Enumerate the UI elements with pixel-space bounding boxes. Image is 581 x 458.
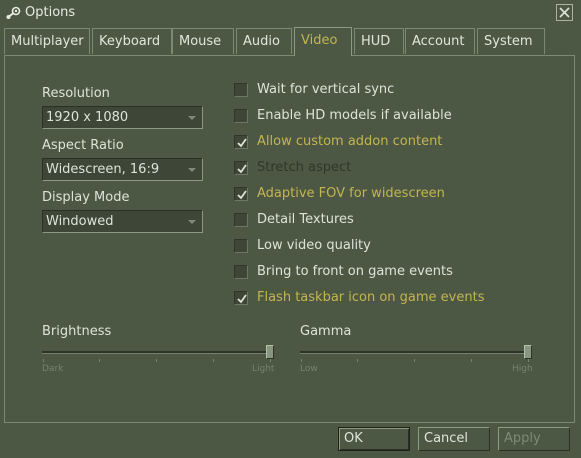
gamma-slider-thumb[interactable] — [524, 345, 532, 359]
vsync-checkbox[interactable] — [234, 83, 248, 97]
detail-textures-checkbox[interactable] — [234, 213, 248, 227]
checkmark-icon — [237, 164, 247, 174]
slider-tick — [213, 359, 214, 362]
chevron-down-icon — [188, 168, 196, 172]
video-settings: Resolution 1920 x 1080 Aspect Ratio Wide… — [0, 0, 581, 458]
display-mode-value: Windowed — [46, 214, 114, 229]
aspect-ratio-value: Widescreen, 16:9 — [46, 162, 160, 177]
slider-tick — [43, 359, 44, 362]
gamma-slider-track[interactable] — [300, 351, 532, 354]
low-quality-label: Low video quality — [257, 238, 371, 253]
gamma-min-label: Low — [300, 364, 318, 374]
slider-tick — [471, 359, 472, 362]
brightness-min-label: Dark — [42, 364, 64, 374]
flash-taskbar-checkbox[interactable] — [234, 291, 248, 305]
bring-to-front-label: Bring to front on game events — [257, 264, 453, 279]
hd-models-checkbox[interactable] — [234, 109, 248, 123]
adaptive-fov-checkbox[interactable] — [234, 187, 248, 201]
resolution-value: 1920 x 1080 — [46, 110, 129, 125]
options-window: Options Multiplayer Keyboard Mouse Audio… — [0, 0, 581, 458]
brightness-label: Brightness — [42, 324, 112, 339]
brightness-max-label: Light — [252, 364, 275, 374]
display-mode-dropdown[interactable]: Windowed — [42, 210, 203, 233]
slider-tick — [414, 359, 415, 362]
stretch-aspect-label: Stretch aspect — [257, 160, 352, 175]
gamma-max-label: High — [512, 364, 533, 374]
gamma-label: Gamma — [300, 324, 352, 339]
slider-tick — [156, 359, 157, 362]
resolution-label: Resolution — [42, 86, 110, 101]
custom-addon-checkbox[interactable] — [234, 135, 248, 149]
custom-addon-label: Allow custom addon content — [257, 134, 443, 149]
stretch-aspect-checkbox — [234, 161, 248, 175]
aspect-ratio-dropdown[interactable]: Widescreen, 16:9 — [42, 158, 203, 181]
chevron-down-icon — [188, 116, 196, 120]
checkmark-icon — [237, 138, 247, 148]
aspect-ratio-label: Aspect Ratio — [42, 138, 124, 153]
slider-tick — [357, 359, 358, 362]
bring-to-front-checkbox[interactable] — [234, 265, 248, 279]
detail-textures-label: Detail Textures — [257, 212, 354, 227]
checkmark-icon — [237, 294, 247, 304]
slider-tick — [301, 359, 302, 362]
hd-models-label: Enable HD models if available — [257, 108, 452, 123]
vsync-label: Wait for vertical sync — [257, 82, 395, 97]
checkmark-icon — [237, 190, 247, 200]
display-mode-label: Display Mode — [42, 190, 130, 205]
slider-tick — [99, 359, 100, 362]
brightness-slider-thumb[interactable] — [266, 345, 274, 359]
brightness-slider-track[interactable] — [42, 351, 274, 354]
low-quality-checkbox[interactable] — [234, 239, 248, 253]
slider-tick — [528, 359, 529, 362]
adaptive-fov-label: Adaptive FOV for widescreen — [257, 186, 445, 201]
slider-tick — [270, 359, 271, 362]
flash-taskbar-label: Flash taskbar icon on game events — [257, 290, 485, 305]
resolution-dropdown[interactable]: 1920 x 1080 — [42, 106, 203, 129]
chevron-down-icon — [188, 220, 196, 224]
